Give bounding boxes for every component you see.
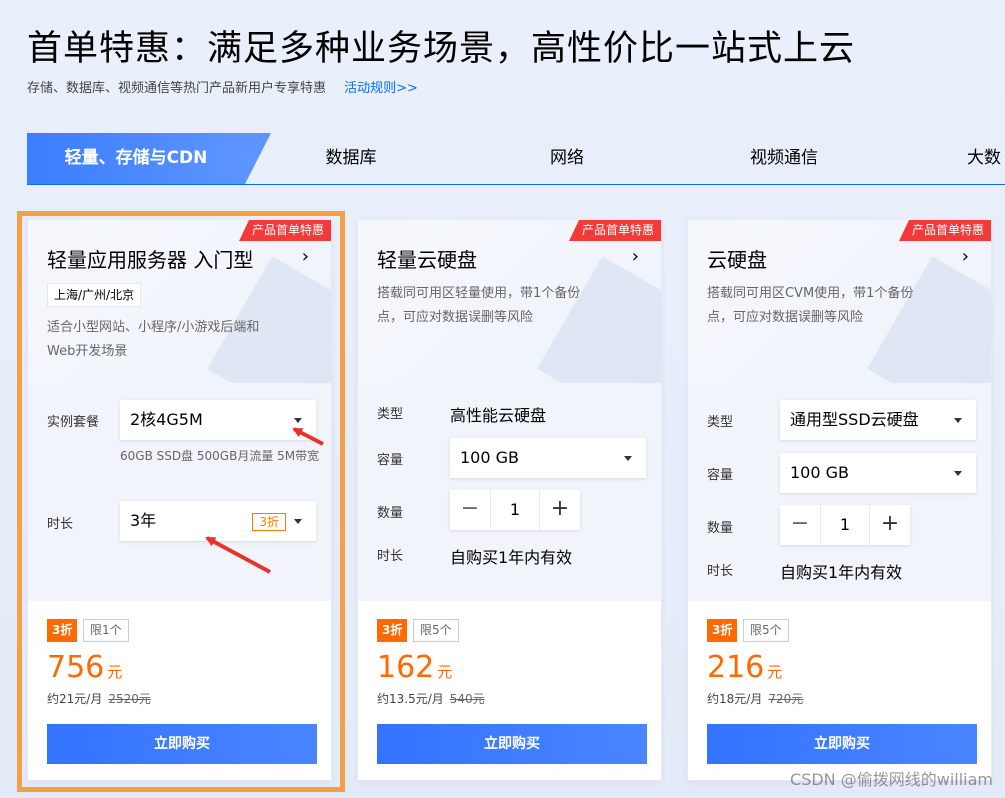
tab-video-communication[interactable]: 视频通信 (727, 133, 841, 184)
capacity-label: 容量 (377, 453, 404, 468)
type-select[interactable]: 通用型SSD云硬盘 (780, 400, 976, 440)
quantity-label: 数量 (377, 506, 404, 521)
tab-bigdata[interactable]: 大数 (967, 133, 1005, 184)
card-description-line2: Web开发场景 (47, 344, 128, 359)
monthly-price: 约13.5元/月 540元 (377, 690, 485, 707)
page-title: 首单特惠：满足多种业务场景，高性价比一站式上云 (27, 29, 856, 69)
purchase-limit: 限5个 (413, 619, 459, 642)
quantity-label: 数量 (707, 521, 734, 536)
caret-down-icon (624, 456, 632, 461)
chevron-right-icon[interactable]: › (632, 246, 639, 267)
purchase-limit: 限1个 (83, 619, 129, 642)
duration-discount-badge: 3折 (252, 513, 286, 531)
monthly-price: 约18元/月 720元 (707, 690, 803, 707)
product-card-lighthouse-disk: 产品首单特惠 轻量云硬盘 › 搭载同可用区轻量使用，带1个备份 点，可应对数据误… (357, 219, 662, 781)
price-unit: 元 (767, 663, 783, 681)
chevron-right-icon[interactable]: › (302, 246, 309, 267)
capacity-select[interactable]: 100 GB (780, 453, 976, 493)
card-description-line2: 点，可应对数据误删等风险 (707, 310, 864, 325)
original-price: 540元 (449, 692, 485, 706)
duration-value: 自购买1年内有效 (450, 548, 573, 567)
card-description-line1: 搭载同可用区轻量使用，带1个备份 (377, 286, 581, 301)
card-description-line2: 点，可应对数据误删等风险 (377, 310, 534, 325)
capacity-select-value: 100 GB (460, 448, 519, 467)
spec-note: 60GB SSD盘 500GB月流量 5M带宽 (120, 449, 320, 463)
duration-label: 时长 (707, 564, 734, 579)
caret-down-icon (954, 418, 962, 423)
type-value: 高性能云硬盘 (450, 406, 547, 425)
chevron-right-icon[interactable]: › (962, 246, 969, 267)
monthly-price: 约21元/月 2520元 (47, 690, 151, 707)
price-amount: 162 (377, 650, 435, 685)
capacity-select[interactable]: 100 GB (450, 438, 646, 478)
product-card-lighthouse: 产品首单特惠 轻量应用服务器 入门型 › 上海/广州/北京 适合小型网站、小程序… (27, 219, 332, 781)
quantity-value[interactable]: 1 (490, 490, 540, 530)
buy-now-button[interactable]: 立即购买 (707, 724, 977, 764)
card-title[interactable]: 轻量应用服务器 入门型 (47, 244, 253, 273)
price-amount: 216 (707, 650, 765, 685)
price-unit: 元 (437, 663, 453, 681)
subtitle-text: 存储、数据库、视频通信等热门产品新用户专享特惠 (27, 81, 327, 96)
promo-ribbon: 产品首单特惠 (898, 220, 991, 241)
promo-ribbon: 产品首单特惠 (568, 220, 661, 241)
original-price: 2520元 (108, 692, 151, 706)
tab-database[interactable]: 数据库 (289, 133, 413, 184)
category-tabs: 轻量、存储与CDN 数据库 网络 视频通信 大数 (27, 133, 1005, 185)
monthly-price-text: 约13.5元/月 (377, 692, 444, 706)
type-label: 类型 (377, 407, 404, 422)
tab-network[interactable]: 网络 (517, 133, 617, 184)
spec-select[interactable]: 2核4G5M (120, 400, 316, 440)
monthly-price-text: 约18元/月 (707, 692, 763, 706)
discount-badge: 3折 (707, 619, 738, 642)
caret-down-icon (294, 519, 302, 524)
monthly-price-text: 约21元/月 (47, 692, 103, 706)
plus-button[interactable]: + (540, 490, 580, 530)
plus-button[interactable]: + (870, 505, 910, 545)
rules-link[interactable]: 活动规则>> (344, 81, 418, 96)
card-description-line1: 搭载同可用区CVM使用，带1个备份 (707, 286, 914, 301)
product-card-cloud-disk: 产品首单特惠 云硬盘 › 搭载同可用区CVM使用，带1个备份 点，可应对数据误删… (687, 219, 992, 781)
card-title[interactable]: 轻量云硬盘 (377, 244, 477, 273)
tab-lightweight-storage-cdn[interactable]: 轻量、存储与CDN (27, 133, 271, 184)
card-title[interactable]: 云硬盘 (707, 244, 767, 273)
type-label: 类型 (707, 415, 734, 430)
capacity-select-value: 100 GB (790, 463, 849, 482)
price-unit: 元 (107, 663, 123, 681)
minus-button[interactable]: − (780, 505, 820, 545)
spec-label: 实例套餐 (47, 415, 100, 430)
price: 756 元 (47, 650, 122, 685)
duration-select[interactable]: 3年 3折 (120, 501, 316, 541)
caret-down-icon (294, 418, 302, 423)
promo-ribbon: 产品首单特惠 (238, 220, 331, 241)
card-description-line1: 适合小型网站、小程序/小游戏后端和 (47, 320, 260, 335)
minus-button[interactable]: − (450, 490, 490, 530)
region-tag: 上海/广州/北京 (47, 283, 142, 307)
purchase-limit: 限5个 (743, 619, 789, 642)
duration-label: 时长 (47, 517, 74, 532)
price-amount: 756 (47, 650, 105, 685)
page-subtitle: 存储、数据库、视频通信等热门产品新用户专享特惠 活动规则>> (27, 77, 418, 96)
discount-badge: 3折 (377, 619, 408, 642)
quantity-stepper: − 1 + (450, 490, 580, 530)
watermark: CSDN @偷拨网线的william (790, 770, 993, 789)
type-select-value: 通用型SSD云硬盘 (790, 410, 919, 429)
duration-value: 自购买1年内有效 (780, 563, 903, 582)
discount-badge: 3折 (47, 619, 78, 642)
buy-now-button[interactable]: 立即购买 (377, 724, 647, 764)
capacity-label: 容量 (707, 468, 734, 483)
buy-now-button[interactable]: 立即购买 (47, 724, 317, 764)
original-price: 720元 (768, 692, 804, 706)
caret-down-icon (954, 471, 962, 476)
price: 162 元 (377, 650, 452, 685)
spec-select-value: 2核4G5M (130, 410, 203, 429)
duration-label: 时长 (377, 549, 404, 564)
price: 216 元 (707, 650, 782, 685)
quantity-value[interactable]: 1 (820, 505, 870, 545)
quantity-stepper: − 1 + (780, 505, 910, 545)
duration-select-value: 3年 (130, 511, 157, 530)
